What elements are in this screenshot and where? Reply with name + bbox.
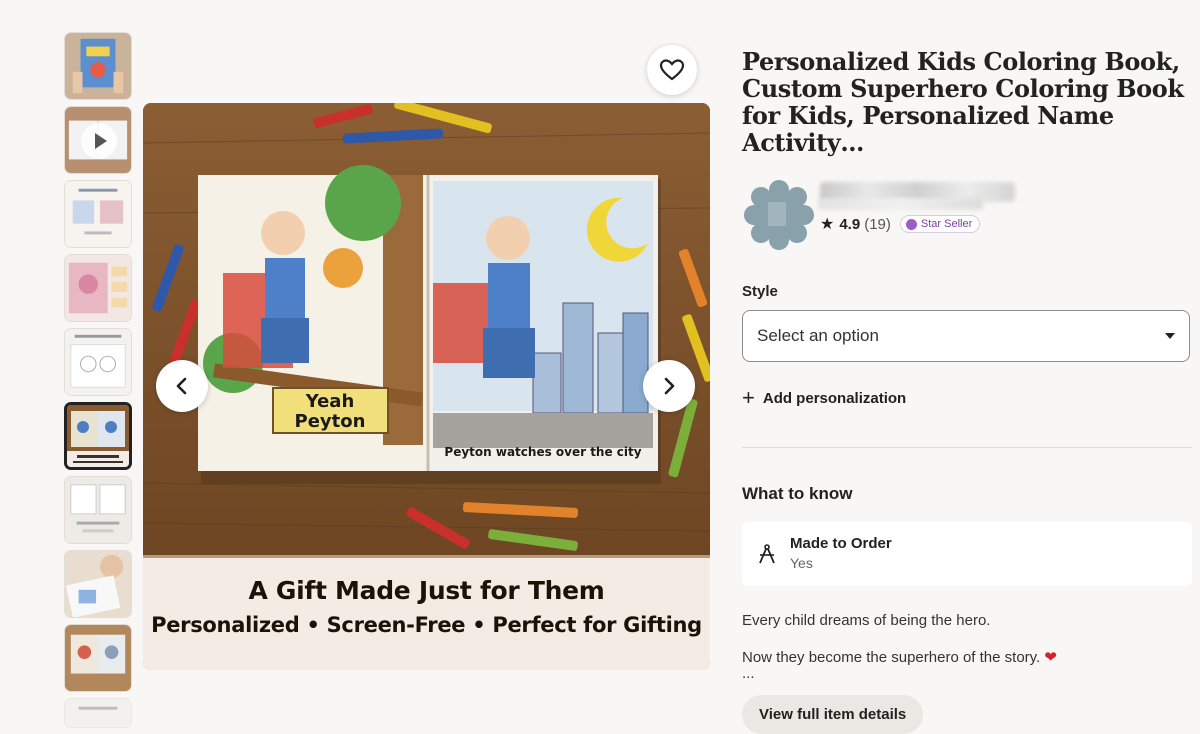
play-icon	[81, 123, 117, 159]
badge-label: Star Seller	[920, 218, 973, 230]
shop-avatar[interactable]	[744, 180, 814, 250]
compass-icon	[759, 544, 775, 564]
view-full-details-button[interactable]: View full item details	[742, 695, 924, 734]
card-value: Yes	[790, 555, 813, 571]
next-image-button[interactable]	[643, 360, 695, 412]
red-heart-icon: ❤	[1044, 649, 1057, 666]
heart-icon	[659, 59, 685, 81]
thumbnail-image	[65, 181, 131, 247]
thumbnail-image	[65, 625, 131, 691]
thumbnail-image	[65, 699, 131, 727]
thumbnail-8[interactable]	[64, 550, 132, 618]
style-select[interactable]: Select an option	[742, 310, 1190, 362]
banner-title: A Gift Made Just for Them	[248, 576, 605, 605]
thumbnail-6-selected[interactable]	[64, 402, 132, 470]
chevron-left-icon	[176, 377, 187, 395]
favorite-button[interactable]	[647, 45, 697, 95]
item-description: Every child dreams of being the hero. No…	[742, 612, 1192, 682]
star-seller-badge[interactable]: Star Seller	[899, 215, 981, 233]
thumbnail-5[interactable]	[64, 328, 132, 396]
thumbnail-7[interactable]	[64, 476, 132, 544]
shop-info[interactable]: ★ 4.9 (19) Star Seller	[742, 178, 1192, 258]
thumbnail-image	[65, 255, 131, 321]
coloring-book-photo: Yeah Peyton Peyton watches over the city	[143, 103, 710, 555]
description-line-1: Every child dreams of being the hero.	[742, 612, 991, 629]
what-to-know-heading: What to know	[742, 484, 853, 503]
shop-name-redacted-line	[818, 198, 983, 210]
caret-down-icon	[1165, 333, 1175, 339]
style-label: Style	[742, 283, 778, 300]
add-personalization-button[interactable]: + Add personalization	[742, 387, 1192, 409]
svg-text:Yeah: Yeah	[305, 391, 355, 412]
divider	[742, 447, 1192, 448]
main-listing-image: Yeah Peyton Peyton watches over the city…	[143, 103, 710, 670]
book-caption: Peyton watches over the city	[444, 445, 641, 459]
shop-rating[interactable]: ★ 4.9 (19) Star Seller	[820, 214, 981, 234]
plus-icon: +	[742, 385, 755, 410]
review-count: (19)	[864, 215, 891, 233]
listing-title: Personalized Kids Coloring Book, Custom …	[742, 47, 1184, 157]
image-banner: A Gift Made Just for Them Personalized •…	[143, 555, 710, 670]
thumbnail-4[interactable]	[64, 254, 132, 322]
previous-image-button[interactable]	[156, 360, 208, 412]
made-to-order-card: Made to Order Yes	[742, 522, 1192, 586]
thumbnail-9[interactable]	[64, 624, 132, 692]
thumbnail-video[interactable]	[64, 106, 132, 174]
svg-text:Peyton: Peyton	[295, 411, 366, 432]
listing-details-panel: Personalized Kids Coloring Book, Custom …	[742, 48, 1192, 734]
star-icon: ★	[820, 216, 835, 233]
star-seller-icon	[905, 218, 917, 230]
rating-score: 4.9	[839, 215, 861, 233]
chevron-right-icon	[664, 377, 675, 395]
thumbnail-image	[65, 477, 131, 543]
thumbnail-10[interactable]	[64, 698, 132, 728]
add-personalization-label: Add personalization	[762, 389, 907, 407]
thumbnail-list	[64, 32, 134, 734]
thumbnail-3[interactable]	[64, 180, 132, 248]
description-line-2: Now they become the superhero of the sto…	[742, 649, 1192, 667]
thumbnail-image	[65, 329, 131, 395]
style-select-value: Select an option	[757, 326, 879, 345]
thumbnail-image	[67, 405, 129, 467]
banner-subtitle: Personalized • Screen-Free • Perfect for…	[151, 613, 702, 637]
thumbnail-1[interactable]	[64, 32, 132, 100]
thumbnail-image	[65, 33, 131, 99]
description-ellipsis: ...	[742, 665, 755, 682]
thumbnail-image	[65, 551, 131, 617]
card-title: Made to Order	[790, 535, 892, 552]
description-line-2-text: Now they become the superhero of the sto…	[742, 649, 1045, 666]
